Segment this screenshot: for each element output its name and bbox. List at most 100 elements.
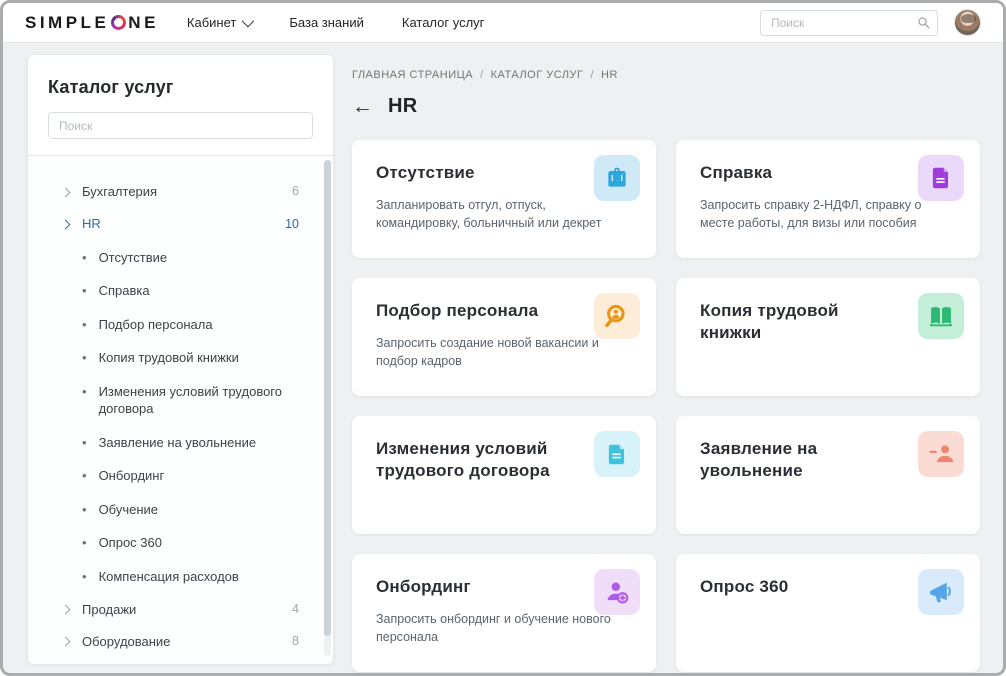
- app-window: SIMPLE NE Кабинет База знаний Каталог ус…: [0, 0, 1006, 676]
- tree-group-accounting[interactable]: Бухгалтерия 6: [28, 176, 333, 208]
- tree-item-expense-compensation[interactable]: Компенсация расходов: [28, 560, 333, 594]
- tree-item-certificate[interactable]: Справка: [28, 274, 333, 308]
- tree-item-survey-360[interactable]: Опрос 360: [28, 526, 333, 560]
- tree-group-count: 6: [292, 184, 299, 199]
- card-title: Онбординг: [376, 577, 471, 596]
- card-recruitment[interactable]: Подбор персонала Запросить создание ново…: [352, 278, 656, 396]
- breadcrumb-catalog[interactable]: КАТАЛОГ УСЛУГ: [491, 69, 584, 81]
- tree-group-label: HR: [82, 216, 101, 232]
- sidebar-search-input[interactable]: [48, 112, 313, 139]
- tree-group-label: Оборудование: [82, 633, 171, 649]
- tree-group-count: 10: [285, 216, 299, 231]
- global-search: [760, 9, 938, 36]
- breadcrumb-home[interactable]: ГЛАВНАЯ СТРАНИЦА: [352, 69, 473, 81]
- contract-icon: [594, 431, 640, 477]
- tree-item-label: Заявление на увольнение: [98, 434, 257, 450]
- card-workbook-copy[interactable]: Копия трудовой книжки: [676, 278, 980, 396]
- tree-group-label: Продажи: [82, 601, 137, 617]
- card-description: Запросить создание новой вакансии и подб…: [376, 336, 599, 369]
- card-contract-changes[interactable]: Изменения условий трудового договора: [352, 416, 656, 534]
- tree-item-label: Подбор персонала: [98, 316, 213, 332]
- card-title: Изменения условий трудового договора: [376, 439, 550, 481]
- chevron-right-icon: [60, 636, 71, 647]
- tree-group-count: 4: [292, 601, 299, 616]
- logo-text-simple: SIMPLE: [25, 12, 110, 32]
- card-title: Заявление на увольнение: [700, 439, 818, 481]
- sidebar-header: Каталог услуг: [28, 55, 333, 155]
- sidebar-title: Каталог услуг: [48, 77, 174, 97]
- tree-group-count: 8: [292, 634, 299, 649]
- tree-item-label: Опрос 360: [98, 535, 162, 551]
- card-certificate[interactable]: Справка Запросить справку 2-НДФЛ, справк…: [676, 140, 980, 258]
- chevron-right-icon: [60, 219, 71, 230]
- card-title: Подбор персонала: [376, 301, 539, 320]
- tree-item-absence[interactable]: Отсутствие: [28, 241, 333, 275]
- tree-item-label: Изменения условий трудового договора: [98, 383, 282, 417]
- catalog-sidebar: Каталог услуг Бухгалтерия 6 HR 10 Отсутс…: [28, 55, 333, 664]
- nav-item-service-catalog-label: Каталог услуг: [401, 15, 485, 30]
- tree-item-label: Обучение: [98, 501, 159, 517]
- nav-item-service-catalog[interactable]: Каталог услуг: [402, 15, 485, 30]
- tree-item-label: Отсутствие: [98, 249, 168, 265]
- tree-item-label: Справка: [98, 283, 150, 299]
- tree-group-hr[interactable]: HR 10: [28, 208, 333, 240]
- sidebar-search: [48, 112, 313, 139]
- tree-item-label: Компенсация расходов: [98, 568, 239, 584]
- tree-item-workbook-copy[interactable]: Копия трудовой книжки: [28, 341, 333, 375]
- chevron-right-icon: [60, 604, 71, 615]
- main-nav: Кабинет База знаний Каталог услуг: [186, 14, 485, 30]
- tree-item-label: Копия трудовой книжки: [98, 350, 239, 366]
- chevron-right-icon: [60, 187, 71, 198]
- breadcrumb-separator: /: [480, 69, 484, 81]
- nav-item-knowledge-base-label: База знаний: [289, 15, 364, 30]
- page-title: HR: [388, 95, 418, 117]
- nav-item-cabinet[interactable]: Кабинет: [186, 14, 255, 30]
- card-onboarding[interactable]: Онбординг Запросить онбординг и обучение…: [352, 554, 656, 672]
- megaphone-icon: [918, 569, 964, 615]
- user-avatar[interactable]: [954, 9, 981, 36]
- scrollbar-thumb[interactable]: [324, 160, 331, 637]
- card-description: Запросить онбординг и обучение нового пе…: [376, 612, 611, 645]
- logo-o-icon: [111, 15, 127, 30]
- tree-item-label: Онбординг: [98, 468, 165, 484]
- tree-group-label: Бухгалтерия: [82, 184, 158, 199]
- breadcrumb-current: HR: [601, 69, 618, 81]
- main-content: ГЛАВНАЯ СТРАНИЦА / КАТАЛОГ УСЛУГ / HR ← …: [352, 55, 984, 672]
- card-description: Запросить справку 2-НДФЛ, справку о мест…: [700, 198, 922, 231]
- card-resignation[interactable]: Заявление на увольнение: [676, 416, 980, 534]
- tree-group-equipment[interactable]: Оборудование 8: [28, 626, 333, 658]
- global-search-input[interactable]: [760, 9, 938, 36]
- card-absence[interactable]: Отсутствие Запланировать отгул, отпуск, …: [352, 140, 656, 258]
- tree-item-contract-changes[interactable]: Изменения условий трудового договора: [28, 375, 333, 426]
- tree-item-resignation[interactable]: Заявление на увольнение: [28, 426, 333, 460]
- briefcase-icon: [594, 155, 640, 201]
- person-icon: [918, 431, 964, 477]
- tree-item-recruitment[interactable]: Подбор персонала: [28, 308, 333, 342]
- card-title: Отсутствие: [376, 163, 475, 182]
- card-description: Запланировать отгул, отпуск, командировк…: [376, 198, 602, 231]
- nav-item-knowledge-base[interactable]: База знаний: [289, 15, 364, 30]
- card-survey-360[interactable]: Опрос 360: [676, 554, 980, 672]
- nav-item-cabinet-label: Кабинет: [186, 15, 237, 30]
- sidebar-scrollbar[interactable]: [324, 160, 331, 656]
- tree-item-onboarding[interactable]: Онбординг: [28, 459, 333, 493]
- topbar-right: [760, 9, 981, 36]
- open-book-icon: [918, 293, 964, 339]
- breadcrumb-separator: /: [590, 69, 595, 81]
- search-icon: [918, 16, 930, 28]
- simpleone-logo[interactable]: SIMPLE NE: [25, 13, 159, 33]
- catalog-tree: Бухгалтерия 6 HR 10 Отсутствие Справка П…: [28, 156, 333, 664]
- card-title: Копия трудовой книжки: [700, 301, 839, 343]
- back-arrow-icon[interactable]: ←: [352, 96, 373, 117]
- person-plus-icon: [594, 569, 640, 615]
- logo-text-ne: NE: [128, 12, 159, 32]
- tree-group-sales[interactable]: Продажи 4: [28, 594, 333, 626]
- card-title: Справка: [700, 163, 773, 182]
- chevron-down-icon: [241, 14, 255, 28]
- search-person-icon: [594, 293, 640, 339]
- document-icon: [918, 155, 964, 201]
- page-title-row: ← HR: [352, 95, 984, 118]
- breadcrumb: ГЛАВНАЯ СТРАНИЦА / КАТАЛОГ УСЛУГ / HR: [352, 55, 984, 81]
- tree-item-training[interactable]: Обучение: [28, 493, 333, 527]
- service-cards-grid: Отсутствие Запланировать отгул, отпуск, …: [352, 140, 984, 672]
